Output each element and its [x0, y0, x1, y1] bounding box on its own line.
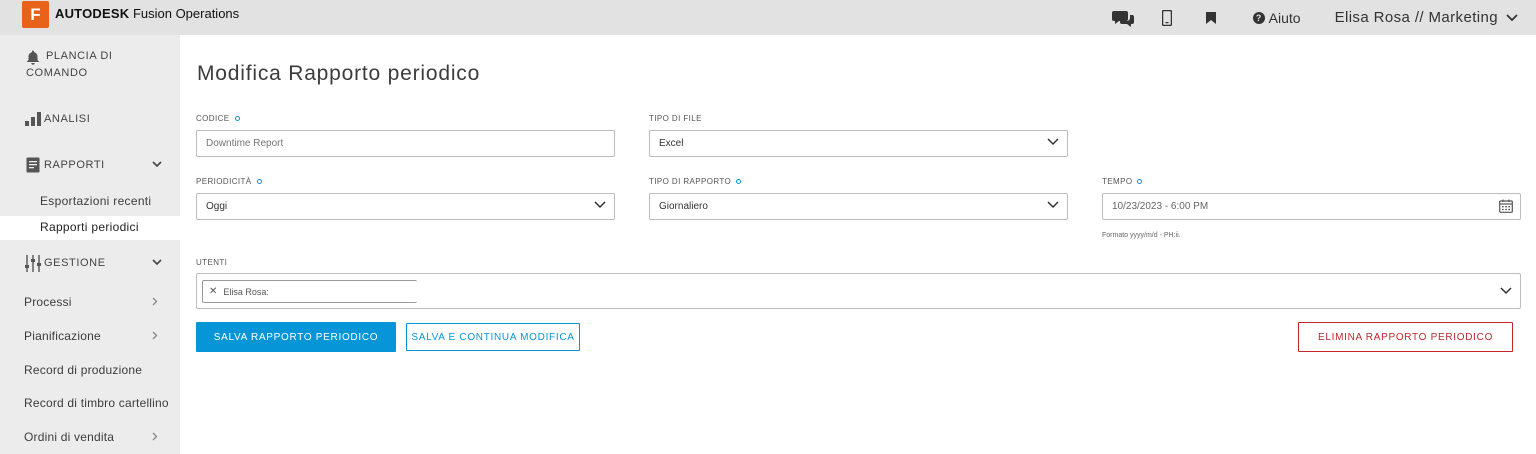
sidebar-item-planning[interactable]: Pianificazione: [0, 329, 180, 343]
time-label: TEMPO: [1102, 177, 1143, 186]
required-icon: [234, 116, 240, 121]
sidebar-item-recent-exports[interactable]: Esportazioni recenti: [0, 193, 180, 213]
report-type-select[interactable]: Giornaliero: [649, 193, 1068, 220]
page-title: Modifica Rapporto periodico: [197, 62, 481, 85]
bookmark-icon[interactable]: [1199, 6, 1223, 30]
chevron-down-icon: [1047, 138, 1059, 149]
sidebar-item-label: ANALISI: [44, 113, 91, 125]
file-type-select[interactable]: Excel: [649, 130, 1068, 157]
main-content: Modifica Rapporto periodico CODICE TIPO …: [180, 35, 1536, 454]
help-button[interactable]: ? Aiuto: [1252, 9, 1301, 26]
periodicity-select[interactable]: Oggi: [196, 193, 615, 220]
sidebar-item-label: Pianificazione: [24, 329, 101, 343]
report-type-label: TIPO DI RAPPORTO: [649, 177, 742, 186]
chevron-down-icon: [152, 159, 162, 171]
fusion-logo: F: [22, 1, 49, 28]
sidebar-item-analysis[interactable]: ANALISI: [0, 110, 180, 128]
periodicity-value: Oggi: [206, 201, 228, 212]
sidebar-item-processes[interactable]: Processi: [0, 295, 180, 309]
dashboard-line1: PLANCIA DI: [46, 50, 113, 62]
mobile-icon[interactable]: [1155, 6, 1179, 30]
chevron-down-icon: [594, 201, 606, 212]
chevron-down-icon: [1500, 287, 1512, 298]
periodicity-label: PERIODICITÀ: [196, 177, 262, 186]
help-label: Aiuto: [1268, 9, 1301, 26]
user-chip-label: Elisa Rosa:: [223, 286, 269, 297]
sidebar-item-management[interactable]: GESTIONE: [0, 254, 180, 272]
periodicity-label-text: PERIODICITÀ: [196, 177, 252, 186]
time-input[interactable]: 10/23/2023 - 6:00 PM: [1102, 193, 1521, 220]
save-periodic-report-button[interactable]: SALVA RAPPORTO PERIODICO: [196, 322, 396, 352]
top-actions: ? Aiuto Elisa Rosa // Marketing: [1111, 0, 1536, 35]
sidebar-item-production-records[interactable]: Record di produzione: [0, 363, 180, 377]
users-select[interactable]: ✕ Elisa Rosa:: [196, 273, 1521, 309]
save-continue-button[interactable]: SALVA E CONTINUA MODIFICA: [406, 323, 580, 351]
time-label-text: TEMPO: [1102, 177, 1133, 186]
bell-icon: [24, 48, 42, 66]
file-type-label: TIPO DI FILE: [649, 114, 702, 123]
brand-autodesk: AUTODESK: [55, 6, 130, 21]
sidebar: PLANCIA DI COMANDO ANALISI RAPPORTI Espor…: [0, 35, 180, 454]
help-icon: ?: [1252, 11, 1265, 24]
sliders-icon: [24, 254, 42, 272]
report-type-value: Giornaliero: [659, 201, 708, 212]
user-label: Elisa Rosa // Marketing: [1334, 9, 1498, 26]
file-type-value: Excel: [659, 138, 684, 149]
sidebar-item-label: RAPPORTI: [44, 159, 105, 171]
brand-title: AUTODESK Fusion Operations: [55, 6, 239, 21]
code-label: CODICE: [196, 114, 240, 123]
sidebar-item-label: GESTIONE: [44, 257, 106, 269]
sidebar-item-sales-orders[interactable]: Ordini di vendita: [0, 430, 180, 444]
chat-icon[interactable]: [1111, 6, 1135, 30]
sidebar-item-label: Ordini di vendita: [24, 430, 115, 444]
chevron-down-icon: [1506, 9, 1518, 26]
bar-chart-icon: [24, 110, 42, 128]
report-type-label-text: TIPO DI RAPPORTO: [649, 177, 732, 186]
required-icon: [1137, 179, 1143, 184]
code-label-text: CODICE: [196, 114, 230, 123]
sidebar-item-timeclock-records[interactable]: Record di timbro cartellino: [0, 396, 180, 410]
brand-product: Fusion Operations: [132, 6, 240, 21]
sidebar-item-periodic-reports[interactable]: Rapporti periodici: [0, 216, 180, 240]
top-bar: F AUTODESK Fusion Operations ? Aiuto Eli…: [0, 0, 1536, 35]
time-value: 10/23/2023 - 6:00 PM: [1112, 201, 1209, 212]
chevron-right-icon: [152, 430, 158, 444]
chevron-down-icon: [1047, 201, 1059, 212]
sidebar-item-label: Processi: [24, 295, 72, 309]
chevron-right-icon: [152, 329, 158, 343]
dashboard-line2: COMANDO: [26, 67, 88, 79]
chevron-down-icon: [152, 257, 162, 269]
code-input[interactable]: [196, 130, 615, 157]
brand[interactable]: F AUTODESK Fusion Operations: [22, 0, 239, 35]
chevron-right-icon: [152, 295, 158, 309]
calendar-icon[interactable]: [1499, 199, 1513, 216]
sidebar-item-dashboard[interactable]: PLANCIA DI COMANDO: [0, 48, 180, 82]
sidebar-item-label: PLANCIA DI COMANDO: [26, 48, 113, 82]
sidebar-item-reports[interactable]: RAPPORTI: [0, 156, 180, 174]
required-icon: [256, 179, 262, 184]
required-icon: [736, 179, 742, 184]
report-icon: [24, 156, 42, 174]
remove-chip-icon[interactable]: ✕: [209, 286, 217, 297]
time-format-hint: Formato yyyy/m/d - PH:ii.: [1102, 232, 1181, 239]
users-label: UTENTI: [196, 258, 228, 267]
user-chip: ✕ Elisa Rosa:: [202, 280, 417, 303]
user-menu[interactable]: Elisa Rosa // Marketing: [1335, 9, 1518, 26]
delete-periodic-report-button[interactable]: ELIMINA RAPPORTO PERIODICO: [1298, 322, 1513, 352]
